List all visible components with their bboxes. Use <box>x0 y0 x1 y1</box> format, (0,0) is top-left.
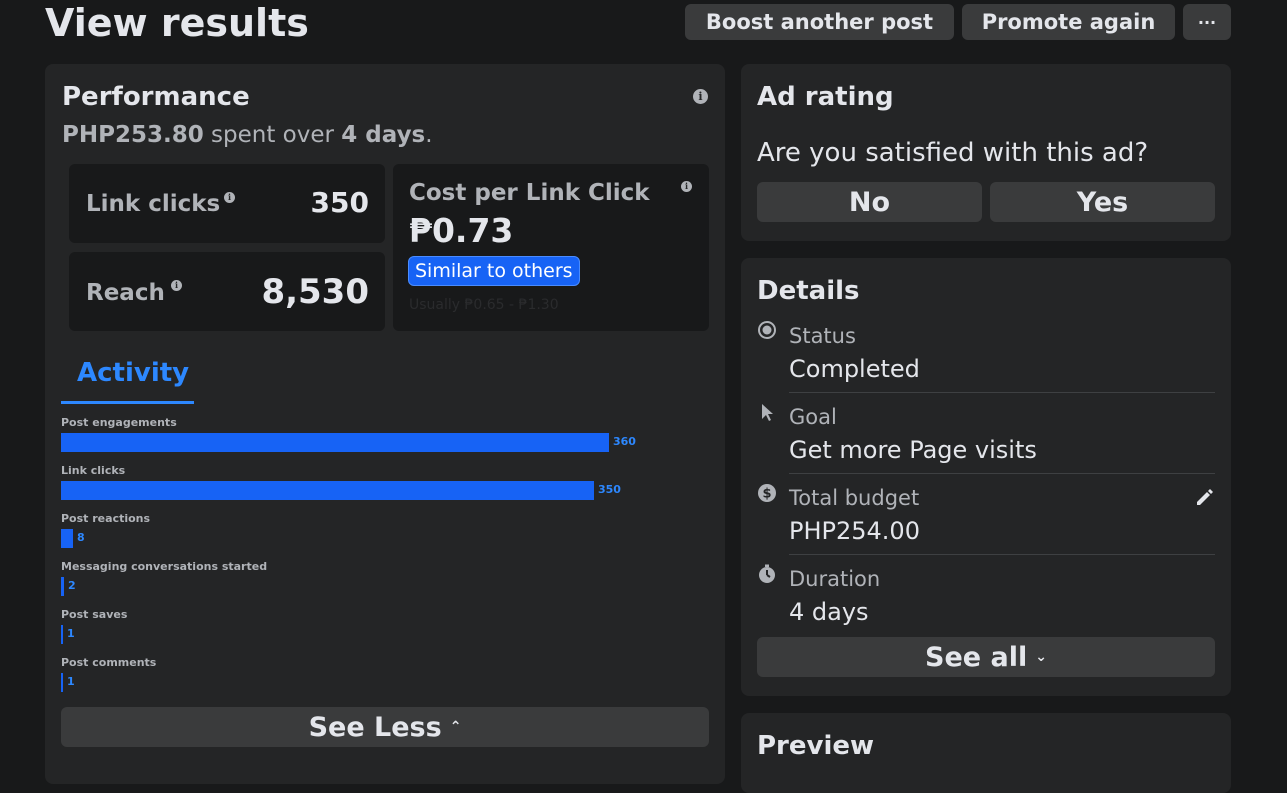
bar-value: 1 <box>67 675 75 688</box>
tab-active-underline <box>61 401 194 404</box>
tab-activity-label: Activity <box>77 358 190 388</box>
stopwatch-icon <box>759 564 775 583</box>
chevron-down-icon: ⌄ <box>1035 649 1047 665</box>
svg-text:$: $ <box>762 487 771 502</box>
ad-rating-title: Ad rating <box>757 82 894 112</box>
activity-bar <box>61 673 63 692</box>
dollar-icon: $ <box>758 484 776 502</box>
bar-label: Post comments <box>61 656 157 669</box>
bar-value: 1 <box>67 627 75 640</box>
bar-label: Post reactions <box>61 512 151 525</box>
preview-title: Preview <box>757 731 875 761</box>
link-clicks-label: Link clicks <box>86 191 221 217</box>
goal-value: Get more Page visits <box>789 436 1037 464</box>
no-button[interactable]: No <box>757 182 982 222</box>
spent-summary: PHP253.80 spent over 4 days. <box>62 122 433 148</box>
edit-pencil-icon[interactable] <box>1194 486 1216 508</box>
activity-bar <box>61 577 64 596</box>
preview-card: Preview <box>741 713 1231 793</box>
status-label: Status <box>789 324 856 348</box>
cost-per-link-click-info-icon[interactable]: i <box>681 181 692 192</box>
promote-again-button[interactable]: Promote again <box>962 4 1175 40</box>
see-all-label: See all <box>925 641 1028 673</box>
ad-rating-card: Ad rating Are you satisfied with this ad… <box>741 64 1231 241</box>
chevron-up-icon: ⌃ <box>449 719 462 735</box>
tab-activity[interactable]: Activity <box>61 354 194 404</box>
bar-value: 8 <box>77 531 85 544</box>
cost-per-link-click-value: ₱0.73 <box>409 211 514 250</box>
duration-label: Duration <box>789 567 881 591</box>
status-radio-icon <box>758 321 776 339</box>
divider <box>789 473 1215 474</box>
bar-value: 360 <box>613 435 636 448</box>
performance-title: Performance <box>62 82 250 112</box>
activity-bar <box>61 481 594 500</box>
bar-label: Messaging conversations started <box>61 560 268 573</box>
see-less-label: See Less <box>308 711 442 743</box>
budget-value: PHP254.00 <box>789 517 920 545</box>
performance-info-icon[interactable]: i <box>693 89 708 104</box>
yes-button[interactable]: Yes <box>990 182 1215 222</box>
details-title: Details <box>757 276 860 306</box>
divider <box>789 554 1215 555</box>
more-options-button[interactable]: ··· <box>1183 4 1231 40</box>
cost-range-text: Usually ₱0.65 - ₱1.30 <box>409 297 559 313</box>
link-clicks-value: 350 <box>310 186 369 219</box>
bar-label: Post engagements <box>61 416 177 429</box>
details-card: Details Status Completed Goal Get more P… <box>741 258 1231 696</box>
goal-label: Goal <box>789 405 837 429</box>
cost-per-link-click-box: Cost per Link Click i ₱0.73 Similar to o… <box>393 164 709 331</box>
reach-info-icon[interactable]: i <box>171 280 182 291</box>
activity-bar <box>61 529 73 548</box>
bar-value: 350 <box>598 483 621 496</box>
status-value: Completed <box>789 355 920 383</box>
reach-box: Reach i 8,530 <box>69 252 385 331</box>
link-clicks-info-icon[interactable]: i <box>224 192 235 203</box>
activity-bar <box>61 625 63 644</box>
link-clicks-box: Link clicks i 350 <box>69 164 385 243</box>
bar-label: Link clicks <box>61 464 126 477</box>
divider <box>789 392 1215 393</box>
duration-value: 4 days <box>789 598 869 626</box>
activity-bar-chart: Post engagements 360 Link clicks 350 Post re… <box>61 416 681 706</box>
see-all-button[interactable]: See all ⌄ <box>757 637 1215 677</box>
performance-card: Performance i PHP253.80 spent over 4 day… <box>45 64 725 784</box>
reach-label: Reach <box>86 280 165 306</box>
page-title: View results <box>45 1 309 45</box>
bar-label: Post saves <box>61 608 128 621</box>
cursor-icon <box>762 404 773 421</box>
more-icon: ··· <box>1197 12 1217 32</box>
budget-label: Total budget <box>789 486 920 510</box>
see-less-button[interactable]: See Less ⌃ <box>61 707 709 747</box>
bar-value: 2 <box>68 579 76 592</box>
similar-to-others-badge: Similar to others <box>408 256 580 286</box>
cost-per-link-click-label: Cost per Link Click <box>409 180 650 206</box>
satisfaction-question: Are you satisfied with this ad? <box>757 138 1149 168</box>
reach-value: 8,530 <box>261 272 369 312</box>
activity-bar <box>61 433 609 452</box>
boost-another-post-button[interactable]: Boost another post <box>685 4 954 40</box>
